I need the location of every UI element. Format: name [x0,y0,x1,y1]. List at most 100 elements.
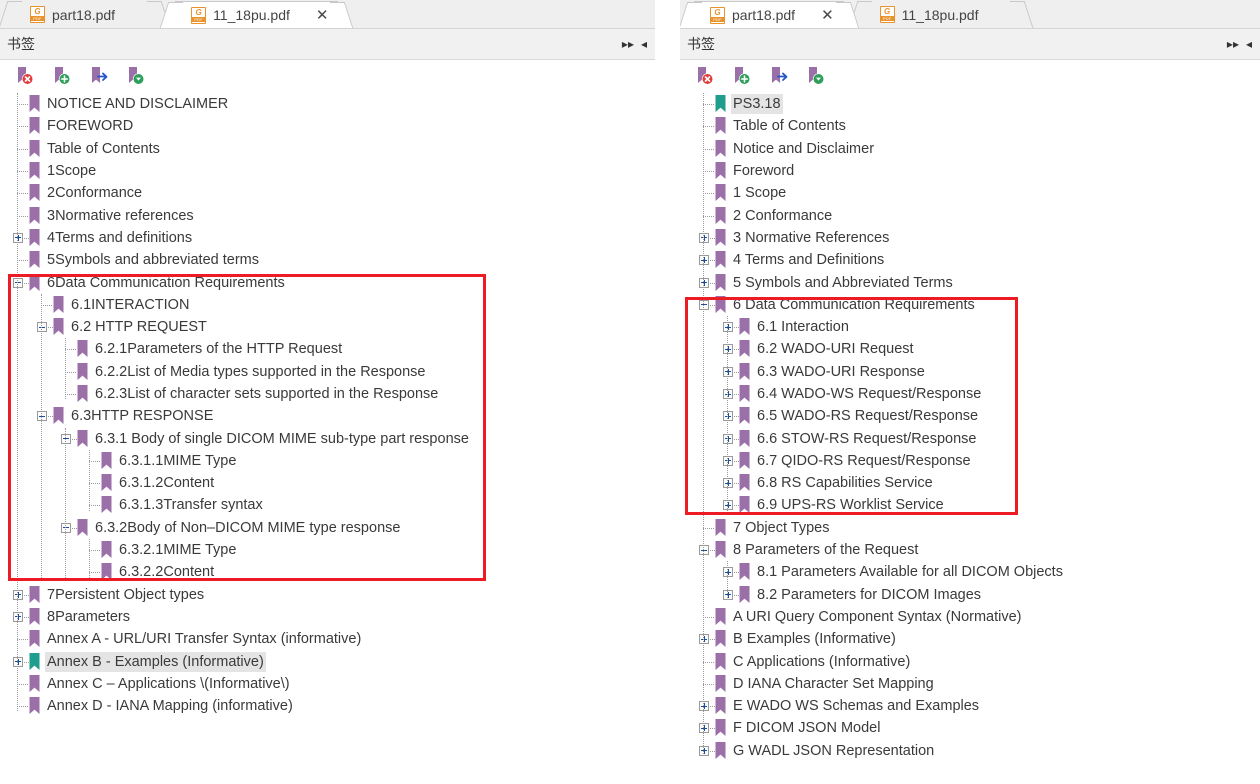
expand-toggle-icon[interactable] [698,717,715,739]
expand-toggle-icon[interactable] [12,651,29,673]
tab-11-18pu-pdf[interactable]: G PDF 11_18pu.pdf [848,1,1034,28]
bookmark-tree-item[interactable]: 6.9 UPS-RS Worklist Service [680,494,1260,516]
expand-toggle-icon[interactable] [698,272,715,294]
bookmark-tree-item[interactable]: C Applications (Informative) [680,650,1260,672]
bookmark-tree-item[interactable]: 7Persistent Object types [0,584,655,606]
collapse-toggle-icon[interactable] [12,272,29,294]
collapse-all-chevron-icon[interactable]: ▸▸ [1227,38,1239,50]
expand-toggle-icon[interactable] [12,606,29,628]
bookmark-tree-item[interactable]: 6.5 WADO-RS Request/Response [680,405,1260,427]
bookmark-tree-item[interactable]: 5Symbols and abbreviated terms [0,249,655,271]
expand-toggle-icon[interactable] [12,584,29,606]
tab-part18-pdf[interactable]: G PDF part18.pdf [0,1,171,28]
expand-toggle-icon[interactable] [722,316,739,338]
bookmark-tree-item[interactable]: 1 Scope [680,182,1260,204]
bookmark-tree-item[interactable]: 6.7 QIDO-RS Request/Response [680,450,1260,472]
bookmark-tree-item[interactable]: 6Data Communication Requirements [0,271,655,293]
bookmark-tree-item[interactable]: 6.2.3List of character sets supported in… [0,383,655,405]
bookmark-expand-icon[interactable] [799,63,836,91]
expand-toggle-icon[interactable] [698,227,715,249]
bookmark-tree-item[interactable]: 4 Terms and Definitions [680,249,1260,271]
bookmark-tree-item[interactable]: 6.3.2.2Content [0,561,655,583]
bookmark-tree-item[interactable]: 3Normative references [0,204,655,226]
bookmark-tree-item[interactable]: 1Scope [0,160,655,182]
expand-toggle-icon[interactable] [722,361,739,383]
bookmark-tree-item[interactable]: 4Terms and definitions [0,227,655,249]
bookmark-tree-item[interactable]: 8Parameters [0,606,655,628]
bookmark-tree-item[interactable]: Notice and Disclaimer [680,138,1260,160]
bookmark-tree-item[interactable]: 6.6 STOW-RS Request/Response [680,427,1260,449]
bookmark-tree-item[interactable]: Annex D - IANA Mapping (informative) [0,695,655,717]
bookmark-tree-item[interactable]: B Examples (Informative) [680,628,1260,650]
right-bookmark-tree[interactable]: PS3.18 Table of Contents Notice and Discla… [680,93,1260,762]
bookmark-tree-item[interactable]: FOREWORD [0,115,655,137]
bookmark-tree-item[interactable]: Table of Contents [680,115,1260,137]
bookmark-tree-item[interactable]: 6.3.1.2Content [0,472,655,494]
bookmark-tree-item[interactable]: 8.2 Parameters for DICOM Images [680,584,1260,606]
tab-close-icon[interactable]: ✕ [821,7,834,23]
tab-11-18pu-pdf[interactable]: G PDF 11_18pu.pdf ✕ [159,1,354,28]
expand-toggle-icon[interactable] [698,628,715,650]
bookmark-add-icon[interactable] [725,63,762,91]
bookmark-tree-item[interactable]: 6.8 RS Capabilities Service [680,472,1260,494]
bookmark-tree-item[interactable]: 6.2 WADO-URI Request [680,338,1260,360]
bookmark-tree-item[interactable]: 6.3.1.3Transfer syntax [0,494,655,516]
expand-toggle-icon[interactable] [722,450,739,472]
expand-toggle-icon[interactable] [698,249,715,271]
bookmark-tree-item[interactable]: Annex C – Applications \(Informative\) [0,673,655,695]
bookmark-tree-item[interactable]: 6.3 WADO-URI Response [680,361,1260,383]
expand-toggle-icon[interactable] [698,740,715,762]
bookmark-delete-icon[interactable] [8,63,45,91]
expand-toggle-icon[interactable] [722,472,739,494]
bookmark-tree-item[interactable]: 8.1 Parameters Available for all DICOM O… [680,561,1260,583]
bookmark-tree-item[interactable]: 6.3HTTP RESPONSE [0,405,655,427]
collapse-toggle-icon[interactable] [60,428,77,450]
expand-toggle-icon[interactable] [722,405,739,427]
bookmark-tree-item[interactable]: 5 Symbols and Abbreviated Terms [680,271,1260,293]
expand-toggle-icon[interactable] [722,383,739,405]
collapse-toggle-icon[interactable] [698,294,715,316]
bookmark-tree-item[interactable]: 3 Normative References [680,227,1260,249]
bookmark-tree-item[interactable]: 6.3.2.1MIME Type [0,539,655,561]
bookmark-tree-item[interactable]: 6.1INTERACTION [0,294,655,316]
bookmark-tree-item[interactable]: Annex A - URL/URI Transfer Syntax (infor… [0,628,655,650]
bookmark-tree-item[interactable]: 2Conformance [0,182,655,204]
bookmark-tree-item[interactable]: 7 Object Types [680,517,1260,539]
bookmark-delete-icon[interactable] [688,63,725,91]
collapse-toggle-icon[interactable] [36,316,53,338]
expand-toggle-icon[interactable] [722,428,739,450]
bookmark-tree-item[interactable]: E WADO WS Schemas and Examples [680,695,1260,717]
expand-toggle-icon[interactable] [722,494,739,516]
bookmark-tree-item[interactable]: A URI Query Component Syntax (Normative) [680,606,1260,628]
bookmark-tree-item[interactable]: Annex B - Examples (Informative) [0,650,655,672]
bookmark-expand-icon[interactable] [119,63,156,91]
bookmark-tree-item[interactable]: NOTICE AND DISCLAIMER [0,93,655,115]
bookmark-tree-item[interactable]: F DICOM JSON Model [680,717,1260,739]
bookmark-tree-item[interactable]: 6.3.2Body of Non–DICOM MIME type respons… [0,517,655,539]
bookmark-goto-icon[interactable] [82,63,119,91]
expand-toggle-icon[interactable] [722,338,739,360]
bookmark-tree-item[interactable]: 6.3.1.1MIME Type [0,450,655,472]
expand-toggle-icon[interactable] [12,227,29,249]
bookmark-tree-item[interactable]: Foreword [680,160,1260,182]
bookmark-tree-item[interactable]: 8 Parameters of the Request [680,539,1260,561]
bookmark-add-icon[interactable] [45,63,82,91]
tab-part18-pdf[interactable]: G PDF part18.pdf ✕ [680,1,859,28]
bookmark-tree-item[interactable]: G WADL JSON Representation [680,740,1260,762]
bookmark-tree-item[interactable]: 6.4 WADO-WS Request/Response [680,383,1260,405]
bookmark-tree-item[interactable]: 6 Data Communication Requirements [680,294,1260,316]
hide-panel-chevron-icon[interactable]: ◂ [1246,38,1252,50]
hide-panel-chevron-icon[interactable]: ◂ [641,38,647,50]
expand-toggle-icon[interactable] [698,695,715,717]
bookmark-tree-item[interactable]: 6.2 HTTP REQUEST [0,316,655,338]
bookmark-tree-item[interactable]: D IANA Character Set Mapping [680,673,1260,695]
bookmark-goto-icon[interactable] [762,63,799,91]
expand-toggle-icon[interactable] [722,584,739,606]
bookmark-tree-item[interactable]: 6.1 Interaction [680,316,1260,338]
collapse-toggle-icon[interactable] [698,539,715,561]
collapse-all-chevron-icon[interactable]: ▸▸ [622,38,634,50]
bookmark-tree-item[interactable]: PS3.18 [680,93,1260,115]
left-bookmark-tree[interactable]: NOTICE AND DISCLAIMER FOREWORD Table of Co… [0,93,655,718]
collapse-toggle-icon[interactable] [36,405,53,427]
bookmark-tree-item[interactable]: 6.3.1 Body of single DICOM MIME sub-type… [0,427,655,449]
